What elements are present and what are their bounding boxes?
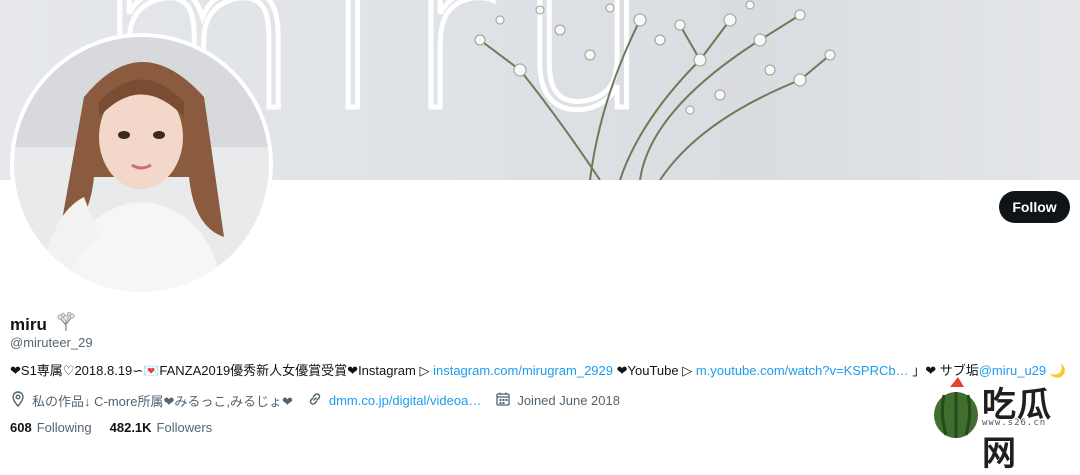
bio-text-1: ❤S1専属♡2018.8.19∽💌FANZA2019優秀新人女優賞受賞❤Inst…: [10, 363, 434, 378]
youtube-link[interactable]: m.youtube.com/watch?v=KSPRCb…: [696, 363, 909, 378]
user-handle: @miruteer_29: [10, 335, 93, 350]
watermark-url: www.s26.cn: [982, 418, 1047, 428]
avatar[interactable]: [10, 33, 273, 296]
instagram-link[interactable]: instagram.com/mirugram_2929: [433, 363, 613, 378]
location-icon: [10, 391, 26, 410]
profile-meta: 私の作品↓ C-more所属❤みるっこ,みるじょ❤ dmm.co.jp/digi…: [10, 391, 634, 410]
display-name: miru: [10, 314, 47, 334]
website-item[interactable]: dmm.co.jp/digital/videoa…: [307, 391, 481, 410]
follow-button[interactable]: Follow: [999, 191, 1070, 223]
followers-count: 482.1K: [109, 420, 152, 435]
watermelon-icon: [934, 377, 978, 438]
followers-stat[interactable]: 482.1K Followers: [110, 420, 213, 435]
following-count: 608: [10, 420, 32, 435]
joined-text: Joined June 2018: [517, 393, 620, 408]
profile-stats: 608 Following 482.1K Followers: [10, 420, 230, 435]
following-stat[interactable]: 608 Following: [10, 420, 92, 435]
calendar-icon: [495, 391, 511, 410]
bio-text-2: ❤YouTube ▷: [613, 363, 696, 378]
profile-name-row: miru: [10, 311, 77, 337]
location-item: 私の作品↓ C-more所属❤みるっこ,みるじょ❤: [10, 391, 293, 410]
watermark: 吃瓜网 www.s26.cn: [930, 375, 1080, 474]
joined-item: Joined June 2018: [495, 391, 620, 410]
flower-icon: [55, 311, 77, 337]
followers-label: Followers: [156, 420, 213, 435]
following-label: Following: [36, 420, 92, 435]
website-link[interactable]: dmm.co.jp/digital/videoa…: [329, 393, 481, 408]
link-icon: [307, 391, 323, 410]
location-text: 私の作品↓ C-more所属❤みるっこ,みるじょ❤: [32, 394, 293, 409]
profile-bio: ❤S1専属♡2018.8.19∽💌FANZA2019優秀新人女優賞受賞❤Inst…: [10, 362, 1076, 379]
